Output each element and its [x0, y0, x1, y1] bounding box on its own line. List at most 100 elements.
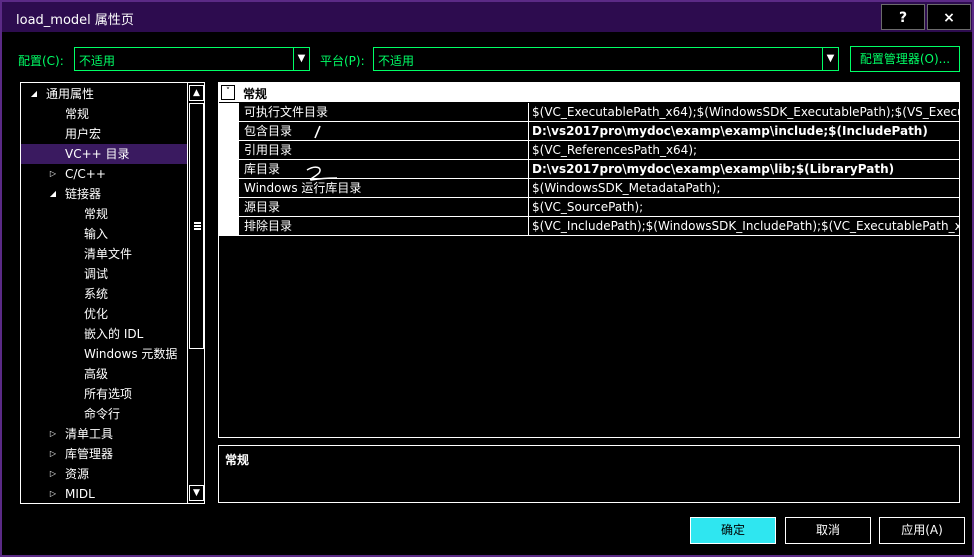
property-value[interactable]: $(VC_IncludePath);$(WindowsSDK_IncludePa… — [529, 217, 959, 236]
tree-item[interactable]: 优化 — [21, 304, 187, 324]
tree-item-label: 常规 — [84, 207, 109, 221]
tree-item-label: 通用属性 — [46, 87, 95, 101]
tree-item[interactable]: ▷ 资源 — [21, 464, 187, 484]
property-value[interactable]: $(VC_SourcePath); — [529, 198, 959, 217]
grid-row[interactable]: 可执行文件目录 $(VC_ExecutablePath_x64);$(Window… — [219, 103, 959, 122]
expand-arrow-icon[interactable]: ▷ — [48, 164, 58, 184]
tree-item-label: 系统 — [84, 287, 109, 301]
apply-button[interactable]: 应用(A) — [879, 517, 965, 544]
tree-item[interactable]: 输入 — [21, 224, 187, 244]
tree-item-label: 命令行 — [84, 407, 121, 421]
property-value[interactable]: D:\vs2017pro\mydoc\examp\examp\include;$… — [529, 122, 959, 141]
collapse-arrow-icon[interactable]: ◢ — [29, 84, 39, 104]
pen-mark-1 — [314, 125, 321, 139]
collapse-icon[interactable]: ˅ — [221, 85, 235, 100]
ok-button[interactable]: 确定 — [690, 517, 776, 544]
property-tree: ◢ 通用属性 常规 用户宏 VC++ 目录 ▷ C/C++ ◢ 链接器 常规 输入 清单文件 调试 系统优… — [20, 82, 205, 504]
tree-item-label: 常规 — [65, 107, 90, 121]
property-value[interactable]: $(WindowsSDK_MetadataPath); — [529, 179, 959, 198]
property-name[interactable]: 可执行文件目录 — [239, 103, 529, 122]
expand-arrow-icon[interactable]: ▷ — [48, 484, 58, 504]
tree-item[interactable]: 命令行 — [21, 404, 187, 424]
description-title: 常规 — [225, 453, 250, 467]
tree-item[interactable]: 常规 — [21, 104, 187, 124]
tree-item[interactable]: 用户宏 — [21, 124, 187, 144]
tree-item[interactable]: ◢ 链接器 — [21, 184, 187, 204]
property-name[interactable]: 排除目录 — [239, 217, 529, 236]
row-gutter — [219, 179, 239, 198]
scroll-up-icon[interactable]: ▲ — [189, 85, 204, 101]
grid-section-header[interactable]: ˅ 常规 — [219, 83, 959, 102]
config-label: 配置(C): — [18, 54, 64, 68]
tree-item-label: 嵌入的 IDL — [84, 327, 144, 341]
collapse-arrow-icon[interactable]: ◢ — [48, 184, 58, 204]
row-gutter — [219, 103, 239, 122]
scroll-down-icon[interactable]: ▼ — [189, 485, 204, 501]
help-button[interactable]: ? — [881, 4, 925, 30]
tree-item[interactable]: ▷ MIDL — [21, 484, 187, 504]
tree-item-label: MIDL — [65, 487, 95, 501]
property-grid: ˅ 常规 可执行文件目录 $(VC_ExecutablePath_x64);$(W… — [218, 82, 960, 438]
platform-combo[interactable]: 不适用 ▼ — [373, 47, 839, 71]
tree-item[interactable]: ▷ C/C++ — [21, 164, 187, 184]
tree-item-label: 优化 — [84, 307, 109, 321]
chevron-down-icon[interactable]: ▼ — [822, 48, 838, 70]
tree-item-label: 清单文件 — [84, 247, 133, 261]
tree-item-label: 清单工具 — [65, 427, 114, 441]
cancel-button[interactable]: 取消 — [785, 517, 871, 544]
chevron-down-icon[interactable]: ▼ — [293, 48, 309, 70]
property-name[interactable]: 引用目录 — [239, 141, 529, 160]
section-title: 常规 — [243, 87, 268, 101]
expand-arrow-icon[interactable]: ▷ — [48, 444, 58, 464]
tree-item[interactable]: 清单文件 — [21, 244, 187, 264]
tree-item[interactable]: 高级 — [21, 364, 187, 384]
tree-item[interactable]: VC++ 目录 — [21, 144, 187, 164]
tree-item[interactable]: ▷ 清单工具 — [21, 424, 187, 444]
grid-row[interactable]: 引用目录 $(VC_ReferencesPath_x64); — [219, 141, 959, 160]
scroll-thumb[interactable] — [189, 103, 204, 349]
title-bar: load_model 属性页 ? × — [2, 2, 972, 32]
row-gutter — [219, 122, 239, 141]
property-value[interactable]: $(VC_ExecutablePath_x64);$(WindowsSDK_Ex… — [529, 103, 959, 122]
tree-item-label: 用户宏 — [65, 127, 102, 141]
config-combo[interactable]: 不适用 ▼ — [74, 47, 310, 71]
property-value[interactable]: D:\vs2017pro\mydoc\examp\examp\lib;$(Lib… — [529, 160, 959, 179]
tree-item-label: Windows 元数据 — [84, 347, 178, 361]
grid-row[interactable]: 排除目录 $(VC_IncludePath);$(WindowsSDK_Inclu… — [219, 217, 959, 236]
tree-item[interactable]: 嵌入的 IDL — [21, 324, 187, 344]
row-gutter — [219, 141, 239, 160]
tree-item[interactable]: 系统 — [21, 284, 187, 304]
tree-item[interactable]: ◢ 通用属性 — [21, 84, 187, 104]
property-name[interactable]: 库目录 — [239, 160, 529, 179]
tree-item-label: 所有选项 — [84, 387, 133, 401]
tree-scrollbar[interactable]: ▲ ▼ — [187, 83, 204, 503]
tree-item[interactable]: 常规 — [21, 204, 187, 224]
tree-item-label: 库管理器 — [65, 447, 114, 461]
property-value[interactable]: $(VC_ReferencesPath_x64); — [529, 141, 959, 160]
tree-item-label: 高级 — [84, 367, 109, 381]
property-name[interactable]: Windows 运行库目录 — [239, 179, 529, 198]
row-gutter — [219, 217, 239, 236]
platform-label: 平台(P): — [320, 54, 365, 68]
close-button[interactable]: × — [927, 4, 971, 30]
tree-item[interactable]: 所有选项 — [21, 384, 187, 404]
expand-arrow-icon[interactable]: ▷ — [48, 424, 58, 444]
config-manager-button[interactable]: 配置管理器(O)... — [850, 46, 960, 72]
tree-item-label: VC++ 目录 — [65, 147, 130, 161]
property-name[interactable]: 包含目录 — [239, 122, 529, 141]
window-title: load_model 属性页 — [16, 13, 134, 28]
property-name[interactable]: 源目录 — [239, 198, 529, 217]
tree-item-label: 链接器 — [65, 187, 102, 201]
tree-item-label: 输入 — [84, 227, 109, 241]
tree-item[interactable]: ▷ 库管理器 — [21, 444, 187, 464]
row-gutter — [219, 160, 239, 179]
platform-value: 不适用 — [378, 54, 415, 68]
description-panel: 常规 — [218, 445, 960, 503]
tree-item[interactable]: 调试 — [21, 264, 187, 284]
tree-item[interactable]: Windows 元数据 — [21, 344, 187, 364]
grid-row[interactable]: 源目录 $(VC_SourcePath); — [219, 198, 959, 217]
tree-item-label: C/C++ — [65, 167, 106, 181]
grid-row[interactable]: 包含目录 D:\vs2017pro\mydoc\examp\examp\inclu… — [219, 122, 959, 141]
expand-arrow-icon[interactable]: ▷ — [48, 464, 58, 484]
config-value: 不适用 — [79, 54, 116, 68]
